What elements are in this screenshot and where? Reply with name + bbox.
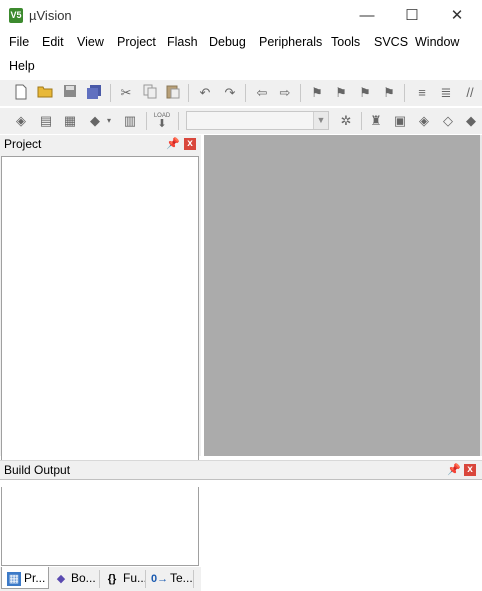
rebuild-icon[interactable]: ▦ [61, 112, 79, 130]
toolbar-separator [110, 84, 111, 102]
maximize-button[interactable]: ☐ [389, 0, 435, 31]
toolbar-separator [404, 84, 405, 102]
target-select[interactable]: ▼ [186, 111, 329, 130]
toolbar-separator [245, 84, 246, 102]
bookmark-next-icon[interactable]: ⚑ [356, 84, 374, 102]
menu-file[interactable]: File [9, 31, 29, 53]
project-tabs: ▦ Pr... ◆ Bo... {} Fu... 0→ Te... [0, 567, 201, 591]
tab-templates[interactable]: 0→ Te... [151, 567, 193, 589]
copy-icon[interactable] [141, 84, 159, 102]
tab-books[interactable]: ◆ Bo... [54, 567, 96, 589]
maximize-icon: ☐ [405, 7, 419, 24]
close-icon: x [187, 138, 193, 149]
project-close-button[interactable]: x [184, 138, 196, 150]
project-panel-title: Project [4, 137, 42, 151]
toolbar-separator [146, 112, 147, 130]
build-icon[interactable]: ▤ [37, 112, 55, 130]
project-panel-header: Project 📌 x [0, 135, 201, 154]
comment-icon[interactable]: // [461, 84, 479, 102]
functions-tab-icon: {} [107, 572, 117, 585]
window-title: µVision [29, 8, 72, 23]
menu-flash[interactable]: Flash [167, 31, 198, 53]
chevron-down-icon[interactable]: ▼ [313, 112, 328, 129]
redo-icon[interactable]: ↷ [221, 84, 239, 102]
save-all-icon[interactable] [85, 84, 103, 102]
build-toolbar: ◈ ▤ ▦ ◆ ▾ ▥ LOAD ⬇ ▼ ✲ ♜ ▣ ◈ ◇ ◆ [0, 108, 482, 134]
menu-svcs[interactable]: SVCS [374, 31, 408, 53]
unindent-icon[interactable]: ≣ [437, 84, 455, 102]
toolbar-separator [300, 84, 301, 102]
target-options-icon[interactable]: ✲ [337, 112, 355, 130]
tab-project-label: Pr... [24, 571, 46, 585]
menu-edit[interactable]: Edit [42, 31, 64, 53]
close-window-button[interactable]: ✕ [434, 0, 480, 31]
event-recorder-icon[interactable]: ◇ [439, 112, 457, 130]
close-icon: ✕ [450, 7, 464, 24]
tab-templates-label: Te... [170, 571, 193, 585]
batch-build-icon[interactable]: ◆ [86, 112, 104, 130]
close-icon: x [467, 464, 473, 475]
project-tab-icon: ▦ [7, 571, 21, 586]
toolbar-separator [188, 84, 189, 102]
stop-build-icon[interactable]: ▥ [121, 112, 139, 130]
tab-books-label: Bo... [71, 571, 96, 585]
menu-tools[interactable]: Tools [331, 31, 360, 53]
title-bar: V5 µVision — ☐ ✕ [0, 0, 482, 31]
editor-area[interactable] [204, 135, 482, 456]
nav-back-icon[interactable]: ⇦ [253, 84, 271, 102]
tab-functions[interactable]: {} Fu... [104, 567, 147, 589]
build-output-close-button[interactable]: x [464, 464, 476, 476]
manage-components-icon[interactable]: ♜ [367, 112, 385, 130]
paste-icon[interactable] [164, 84, 182, 102]
books-tab-icon: ◆ [56, 572, 66, 585]
build-output-title: Build Output [4, 463, 71, 477]
menu-help[interactable]: Help [9, 55, 35, 77]
menu-view[interactable]: View [77, 31, 104, 53]
project-panel: Project 📌 x ▦ Pr... ◆ Bo... {} Fu... 0→ Te..… [0, 135, 201, 591]
tab-functions-label: Fu... [123, 571, 148, 585]
build-output-header: Build Output 📌 x [0, 460, 482, 480]
menu-peripherals[interactable]: Peripherals [259, 31, 322, 53]
pack-installer-icon[interactable]: ▣ [391, 112, 409, 130]
undo-icon[interactable]: ↶ [196, 84, 214, 102]
new-file-icon[interactable] [12, 84, 30, 102]
bookmark-clear-icon[interactable]: ⚑ [380, 84, 398, 102]
app-logo-icon: V5 [9, 8, 23, 23]
save-icon[interactable] [61, 84, 79, 102]
menu-bar: File Edit View Project Flash Debug Perip… [0, 31, 482, 77]
tab-separator [145, 570, 146, 588]
nav-forward-icon[interactable]: ⇨ [276, 84, 294, 102]
file-toolbar: ✂ ↶ ↷ ⇦ ⇨ ⚑ ⚑ ⚑ ⚑ ≡ ≣ // [0, 80, 482, 106]
minimize-button[interactable]: — [344, 0, 390, 31]
project-tree[interactable] [1, 156, 199, 566]
open-folder-icon[interactable] [36, 84, 54, 102]
tab-separator [99, 570, 100, 588]
pin-icon[interactable]: 📌 [447, 463, 461, 476]
tab-separator [193, 570, 194, 588]
menu-debug[interactable]: Debug [209, 31, 246, 53]
translate-icon[interactable]: ◈ [12, 112, 30, 130]
toolbar-separator [178, 112, 179, 130]
rte-icon[interactable]: ◆ [462, 112, 480, 130]
bookmark-icon[interactable]: ⚑ [308, 84, 326, 102]
select-packs-icon[interactable]: ◈ [415, 112, 433, 130]
indent-icon[interactable]: ≡ [413, 84, 431, 102]
tab-project[interactable]: ▦ Pr... [1, 567, 49, 589]
bookmark-prev-icon[interactable]: ⚑ [332, 84, 350, 102]
pin-icon[interactable]: 📌 [166, 137, 180, 150]
toolbar-separator [361, 112, 362, 130]
minimize-icon: — [359, 7, 375, 24]
download-icon[interactable]: LOAD ⬇ [153, 112, 171, 130]
menu-window[interactable]: Window [415, 31, 459, 53]
batch-build-dropdown-icon[interactable]: ▾ [104, 112, 114, 130]
menu-project[interactable]: Project [117, 31, 156, 53]
cut-icon[interactable]: ✂ [117, 84, 135, 102]
templates-tab-icon: 0→ [151, 572, 169, 585]
